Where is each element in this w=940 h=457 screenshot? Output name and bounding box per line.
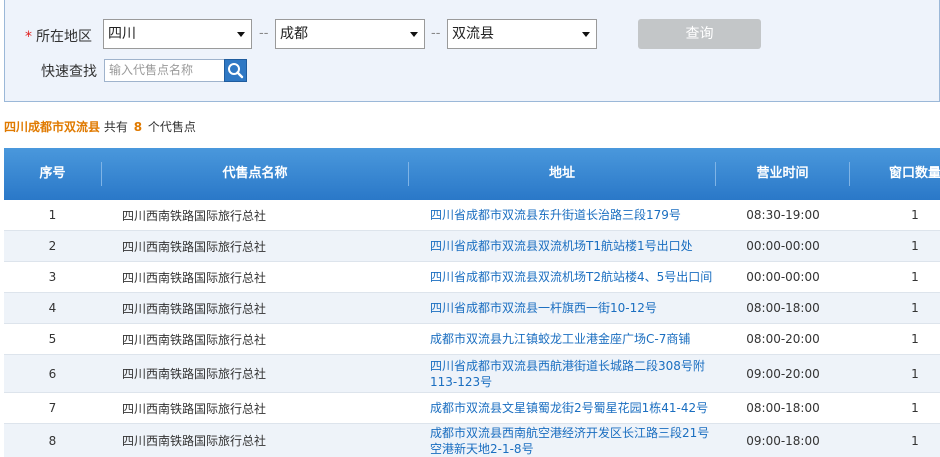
row-hours: 08:30-19:00 — [746, 208, 820, 222]
filter-panel: * 所在地区 四川 -- 成都 -- 双流县 查询 快速查找 输入代售点名称 — [4, 0, 940, 102]
row-windows: 1 — [911, 332, 919, 346]
province-select[interactable]: 四川 — [103, 19, 252, 49]
row-address-link[interactable]: 四川省成都市双流县一杆旗西一街10-12号 — [430, 293, 720, 323]
region-label: * 所在地区 — [25, 29, 92, 45]
row-name: 四川西南铁路国际旅行总社 — [122, 434, 267, 448]
row-name: 四川西南铁路国际旅行总社 — [122, 208, 267, 223]
table-row: 2 四川西南铁路国际旅行总社 四川省成都市双流县双流机场T1航站楼1号出口处 0… — [4, 231, 940, 262]
table-row: 8 四川西南铁路国际旅行总社 成都市双流县西南航空港经济开发区长江路三段21号空… — [4, 424, 940, 457]
summary-prefix: 共有 — [103, 120, 128, 134]
row-address-link[interactable]: 四川省成都市双流县双流机场T1航站楼1号出口处 — [430, 231, 720, 261]
row-windows: 1 — [911, 270, 919, 284]
row-index: 6 — [48, 366, 57, 381]
row-hours: 08:00-20:00 — [746, 332, 820, 346]
row-name: 四川西南铁路国际旅行总社 — [122, 367, 267, 381]
table-header: 序号 代售点名称 地址 营业时间 窗口数量 — [4, 148, 940, 200]
query-button[interactable]: 查询 — [638, 19, 761, 49]
search-button[interactable] — [224, 59, 247, 82]
quick-search-label: 快速查找 — [41, 64, 97, 80]
chevron-down-icon — [410, 32, 418, 37]
row-address-link[interactable]: 四川省成都市双流县西航港街道长城路二段308号附113-123号 — [430, 355, 720, 392]
chevron-down-icon — [582, 32, 590, 37]
summary-suffix: 个代售点 — [147, 120, 196, 134]
column-header-windows: 窗口数量 — [888, 166, 940, 181]
city-select[interactable]: 成都 — [275, 19, 425, 49]
required-star-icon: * — [25, 29, 32, 45]
column-header-index: 序号 — [39, 166, 66, 181]
row-index: 3 — [48, 270, 57, 284]
quick-search-input[interactable]: 输入代售点名称 — [104, 59, 225, 82]
row-name: 四川西南铁路国际旅行总社 — [122, 401, 267, 416]
row-hours: 00:00-00:00 — [746, 239, 820, 253]
column-header-name: 代售点名称 — [222, 166, 288, 181]
table-row: 3 四川西南铁路国际旅行总社 四川省成都市双流县双流机场T2航站楼4、5号出口间… — [4, 262, 940, 293]
province-value: 四川 — [108, 26, 136, 42]
county-value: 双流县 — [452, 26, 494, 42]
row-name: 四川西南铁路国际旅行总社 — [122, 270, 267, 285]
search-icon — [228, 63, 244, 79]
row-windows: 1 — [911, 208, 919, 222]
column-header-address: 地址 — [548, 166, 575, 181]
row-windows: 1 — [911, 239, 919, 253]
row-index: 4 — [48, 301, 57, 315]
row-windows: 1 — [911, 433, 919, 448]
row-address-link[interactable]: 四川省成都市双流县东升街道长治路三段179号 — [430, 200, 720, 230]
summary-count: 8 — [133, 120, 143, 134]
row-windows: 1 — [911, 401, 919, 415]
row-hours: 08:00-18:00 — [746, 401, 820, 415]
chevron-down-icon — [237, 32, 245, 37]
row-address-link[interactable]: 四川省成都市双流县双流机场T2航站楼4、5号出口间 — [430, 262, 720, 292]
row-address-link[interactable]: 成都市双流县九江镇蛟龙工业港金座广场C-7商铺 — [430, 324, 720, 354]
row-name: 四川西南铁路国际旅行总社 — [122, 301, 267, 316]
row-address-link[interactable]: 成都市双流县西南航空港经济开发区长江路三段21号空港新天地2-1-8号 — [430, 424, 720, 457]
separator: -- — [259, 26, 269, 41]
row-windows: 1 — [911, 366, 919, 381]
result-summary: 四川成都市双流县 共有 8 个代售点 — [4, 118, 196, 135]
table-row: 6 四川西南铁路国际旅行总社 四川省成都市双流县西航港街道长城路二段308号附1… — [4, 355, 940, 393]
row-index: 7 — [48, 401, 57, 415]
row-hours: 08:00-18:00 — [746, 301, 820, 315]
table-row: 4 四川西南铁路国际旅行总社 四川省成都市双流县一杆旗西一街10-12号 08:… — [4, 293, 940, 324]
row-windows: 1 — [911, 301, 919, 315]
city-value: 成都 — [280, 26, 308, 42]
table-row: 7 四川西南铁路国际旅行总社 成都市双流县文星镇蜀龙街2号蜀星花园1栋41-42… — [4, 393, 940, 424]
table-row: 1 四川西南铁路国际旅行总社 四川省成都市双流县东升街道长治路三段179号 08… — [4, 200, 940, 231]
row-name: 四川西南铁路国际旅行总社 — [122, 239, 267, 254]
row-index: 2 — [48, 239, 57, 253]
row-index: 5 — [48, 332, 57, 346]
row-hours: 00:00-00:00 — [746, 270, 820, 284]
column-header-hours: 营业时间 — [756, 166, 809, 181]
row-hours: 09:00-20:00 — [746, 366, 820, 381]
separator: -- — [431, 26, 441, 41]
row-address-link[interactable]: 成都市双流县文星镇蜀龙街2号蜀星花园1栋41-42号 — [430, 393, 720, 423]
row-name: 四川西南铁路国际旅行总社 — [122, 332, 267, 347]
table-row: 5 四川西南铁路国际旅行总社 成都市双流县九江镇蛟龙工业港金座广场C-7商铺 0… — [4, 324, 940, 355]
row-index: 8 — [48, 433, 57, 448]
summary-place: 四川成都市双流县 — [4, 120, 101, 134]
county-select[interactable]: 双流县 — [447, 19, 597, 49]
row-hours: 09:00-18:00 — [746, 433, 820, 448]
row-index: 1 — [48, 208, 57, 222]
